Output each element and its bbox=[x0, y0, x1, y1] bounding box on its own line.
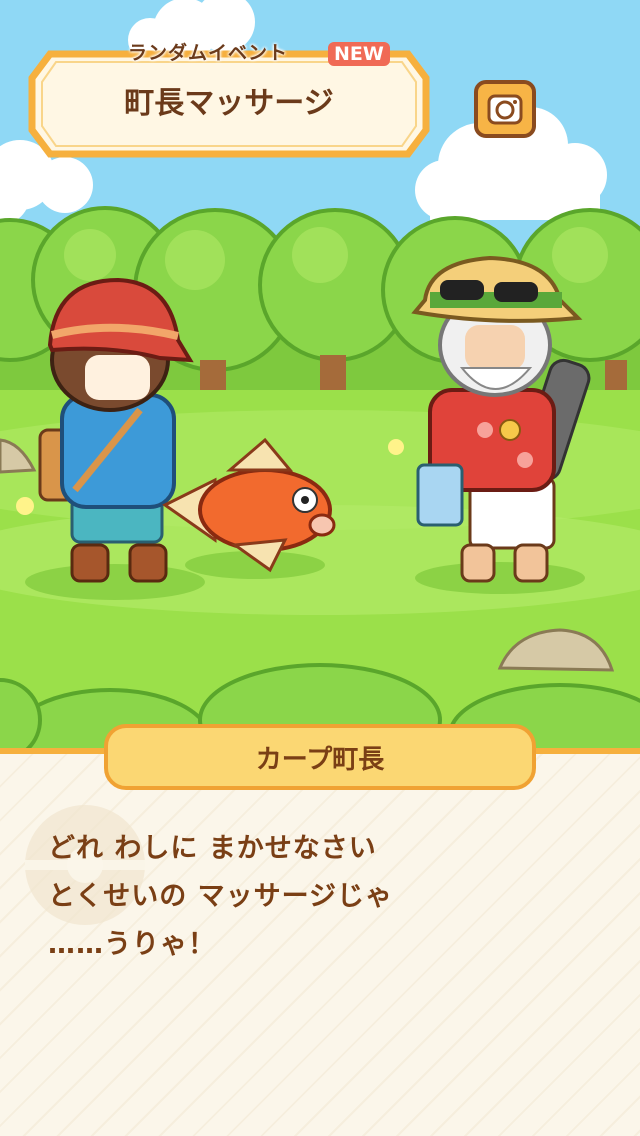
dialog-line: ……うりゃ！ bbox=[48, 929, 216, 960]
speaker-name-tab: カープ町長 bbox=[104, 724, 536, 790]
event-tag-label: ランダムイベント bbox=[128, 42, 289, 64]
speaker-name: カープ町長 bbox=[255, 744, 385, 775]
dialog-line: どれ わしに まかせなさい bbox=[48, 833, 377, 864]
camera-button[interactable] bbox=[474, 80, 536, 138]
dialog-line: とくせいの マッサージじゃ bbox=[48, 881, 394, 912]
event-title: 町長マッサージ bbox=[124, 86, 334, 121]
new-badge: NEW bbox=[328, 42, 390, 66]
camera-icon bbox=[487, 94, 523, 125]
